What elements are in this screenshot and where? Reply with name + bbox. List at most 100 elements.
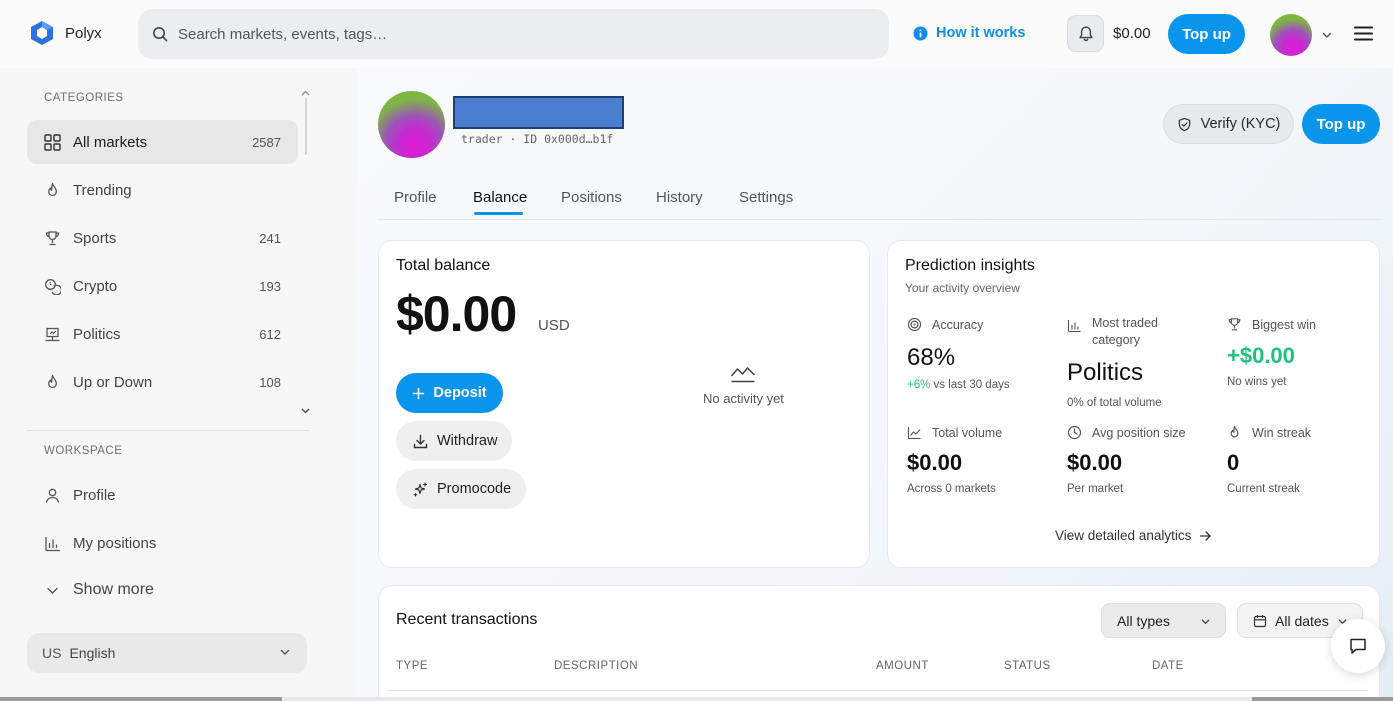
chat-bubble-icon — [1350, 638, 1366, 654]
language-selector[interactable]: US English — [27, 633, 307, 673]
clock-icon — [1067, 425, 1082, 440]
win-streak-label: Win streak — [1252, 426, 1312, 440]
sidebar-item-label: Crypto — [73, 277, 118, 295]
transactions-title: Recent transactions — [396, 611, 538, 628]
info-icon — [913, 25, 928, 41]
sidebar-item-label: Profile — [73, 486, 116, 504]
chat-button[interactable] — [1331, 619, 1385, 673]
chevron-down-icon — [1201, 619, 1210, 625]
column-header-amount[interactable]: AMOUNT — [876, 660, 929, 672]
show-more-label: Show more — [73, 581, 154, 598]
sidebar-item-all-markets[interactable]: All markets 2587 — [27, 120, 298, 164]
biggest-win-metric: Biggest win +$0.00 No wins yet — [1227, 317, 1377, 388]
tab-profile[interactable]: Profile — [394, 189, 437, 206]
polyx-logo-icon — [31, 21, 53, 45]
chevron-down-icon[interactable] — [1321, 29, 1333, 41]
verify-kyc-button[interactable]: Verify (KYC) — [1163, 104, 1294, 144]
sidebar-item-profile[interactable]: Profile — [27, 473, 298, 517]
scrollbar[interactable] — [305, 98, 307, 155]
trophy-icon — [1228, 318, 1241, 331]
trend-line-icon — [730, 367, 756, 383]
sidebar-item-politics[interactable]: Politics 612 — [27, 312, 298, 356]
search-input[interactable]: Search markets, events, tags… — [138, 9, 889, 59]
scroll-down-icon[interactable] — [301, 408, 310, 414]
window-bottom-edge — [0, 697, 1393, 701]
sidebar-item-up-or-down[interactable]: Up or Down 108 — [27, 360, 298, 404]
workspace-heading: WORKSPACE — [44, 445, 123, 457]
insights-subtitle: Your activity overview — [905, 281, 1020, 295]
column-header-type[interactable]: TYPE — [396, 660, 428, 672]
topup-button[interactable]: Top up — [1302, 104, 1380, 144]
header-topup-button[interactable]: Top up — [1168, 14, 1245, 54]
show-more-button[interactable]: Show more — [27, 568, 298, 612]
view-analytics-link[interactable]: View detailed analytics — [1055, 528, 1212, 543]
table-header-divider — [388, 690, 1368, 691]
logo[interactable]: Polyx — [30, 20, 102, 46]
balance-amount: $0.00 — [396, 286, 517, 342]
calendar-icon — [1253, 614, 1267, 627]
avg-position-value: $0.00 — [1067, 450, 1123, 475]
promocode-button[interactable]: Promocode — [396, 469, 526, 509]
sidebar-item-label: Politics — [73, 325, 121, 343]
sidebar-item-count: 2587 — [252, 134, 281, 150]
bar-chart-icon — [45, 536, 60, 551]
type-filter-label: All types — [1117, 612, 1170, 629]
how-it-works-label: How it works — [936, 25, 1026, 41]
language-label: English — [69, 645, 116, 661]
date-filter-label: All dates — [1275, 612, 1329, 629]
sidebar-item-count: 612 — [259, 326, 281, 342]
tab-history[interactable]: History — [656, 189, 703, 206]
total-volume-sub: Across 0 markets — [907, 483, 996, 495]
most-traded-sub: 0% of total volume — [1067, 397, 1162, 409]
biggest-win-label: Biggest win — [1252, 318, 1316, 332]
tab-balance[interactable]: Balance — [473, 189, 527, 206]
search-placeholder: Search markets, events, tags… — [178, 25, 388, 43]
column-header-status[interactable]: STATUS — [1004, 660, 1051, 672]
sparkles-icon — [413, 481, 428, 497]
deposit-button[interactable]: Deposit — [396, 373, 503, 413]
sidebar-item-sports[interactable]: Sports 241 — [27, 216, 298, 260]
type-filter-select[interactable]: All types — [1101, 603, 1226, 638]
avg-position-label: Avg position size — [1092, 426, 1186, 440]
active-tab-indicator — [474, 212, 523, 215]
total-volume-metric: Total volume $0.00 Across 0 markets — [907, 425, 1057, 495]
withdraw-label: Withdraw — [437, 433, 498, 449]
balance-title: Total balance — [396, 257, 491, 274]
biggest-win-sub: No wins yet — [1227, 376, 1287, 388]
categories-heading: CATEGORIES — [44, 92, 124, 104]
column-header-date[interactable]: DATE — [1152, 660, 1184, 672]
accuracy-delta: +6% — [907, 379, 931, 391]
plus-icon — [413, 387, 425, 399]
flame-icon — [48, 182, 57, 196]
scroll-up-icon[interactable] — [301, 90, 310, 96]
user-avatar[interactable] — [1270, 14, 1312, 56]
app-name: Polyx — [65, 24, 102, 42]
withdraw-button[interactable]: Withdraw — [396, 421, 512, 461]
accuracy-metric: Accuracy 68% +6% vs last 30 days — [907, 317, 1057, 391]
tab-positions[interactable]: Positions — [561, 189, 622, 206]
no-activity-state: No activity yet — [703, 364, 784, 406]
hamburger-menu-icon[interactable] — [1354, 26, 1373, 41]
sidebar-item-count: 108 — [259, 374, 281, 390]
chevron-down-icon — [47, 587, 58, 594]
balance-card: Total balance $0.00 USD Deposit Withdraw… — [378, 240, 870, 568]
win-streak-value: 0 — [1227, 450, 1240, 475]
sidebar-item-crypto[interactable]: Crypto 193 — [27, 264, 298, 308]
tab-settings[interactable]: Settings — [739, 189, 793, 206]
most-traded-value: Politics — [1067, 359, 1144, 386]
promocode-label: Promocode — [437, 481, 512, 497]
avg-position-sub: Per market — [1067, 483, 1124, 495]
accuracy-label: Accuracy — [932, 318, 984, 332]
sidebar: CATEGORIES All markets 2587 Trending Spo… — [0, 68, 357, 701]
top-bar: Polyx Search markets, events, tags… How … — [0, 0, 1393, 68]
insights-title: Prediction insights — [905, 257, 1035, 274]
column-header-description[interactable]: DESCRIPTION — [554, 660, 638, 672]
total-volume-value: $0.00 — [907, 450, 963, 475]
sidebar-item-my-positions[interactable]: My positions — [27, 521, 298, 565]
user-icon — [45, 488, 60, 503]
sidebar-item-trending[interactable]: Trending — [27, 168, 298, 212]
how-it-works-link[interactable]: How it works — [913, 25, 1025, 41]
notifications-button[interactable] — [1067, 15, 1104, 52]
transactions-card: Recent transactions All types All dates … — [378, 585, 1380, 701]
deposit-label: Deposit — [433, 385, 487, 401]
